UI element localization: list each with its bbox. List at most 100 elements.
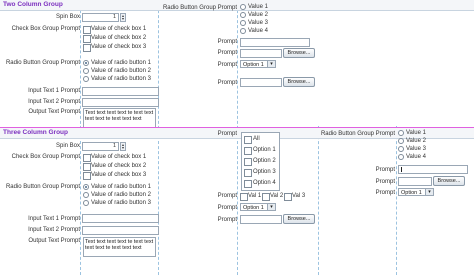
spin-box-input[interactable]: 1 <box>82 142 119 151</box>
input-text-2-field[interactable] <box>82 226 159 235</box>
listbox-check-all[interactable] <box>244 136 252 144</box>
value-radio-3[interactable] <box>240 20 246 26</box>
spin-box-label: Spin Box <box>55 14 80 20</box>
value-radio-2-label: Value 2 <box>248 12 268 18</box>
checkbox-1-label: Value of check box 1 <box>91 154 147 160</box>
radio-1-label: Value of radio button 1 <box>91 60 151 66</box>
radio-2-label: Value of radio button 2 <box>91 68 151 74</box>
inline-checkbox-3-label: Val 3 <box>292 193 306 199</box>
value-radio-3-label: Value 3 <box>248 20 268 26</box>
option-select[interactable]: Option 1 ▾ <box>398 188 434 196</box>
value-radio-3[interactable] <box>398 146 404 152</box>
browse-button[interactable]: Browse... <box>433 176 465 186</box>
listbox-check-4[interactable] <box>244 180 252 188</box>
chevron-down-icon[interactable]: ▾ <box>425 189 433 195</box>
checkbox-group-label: Check Box Group Prompt <box>11 154 80 160</box>
value-radio-4-label: Value 4 <box>406 154 426 160</box>
option-select-value: Option 1 <box>401 190 422 196</box>
radio-group-label: Radio Button Group Prompt <box>320 131 395 137</box>
output-text-area: Text text text text te text text text te… <box>83 108 156 128</box>
prompt-input[interactable] <box>240 38 310 47</box>
option-select[interactable]: Option 1 ▾ <box>240 60 276 68</box>
value-radio-3-label: Value 3 <box>406 146 426 152</box>
checkbox-2[interactable] <box>83 163 91 171</box>
spin-box-label: Spin Box <box>55 143 80 149</box>
inline-checkbox-1-label: Val 1 <box>248 193 262 199</box>
input-text-1-field[interactable] <box>82 214 159 223</box>
two-column-group-header: Two Column Group <box>0 0 474 11</box>
radio-1[interactable] <box>83 184 89 190</box>
radio-3[interactable] <box>83 76 89 82</box>
radio-2[interactable] <box>83 68 89 74</box>
radio-2[interactable] <box>83 192 89 198</box>
listbox-check-3[interactable] <box>244 169 252 177</box>
listbox-item: All <box>253 136 260 142</box>
prompt-label: Prompt <box>217 39 237 45</box>
chevron-down-icon[interactable]: ▾ <box>267 61 275 67</box>
checkbox-group-label: Check Box Group Prompt <box>11 26 80 32</box>
checkbox-3-label: Value of check box 3 <box>91 44 147 50</box>
browse-button[interactable]: Browse... <box>283 48 315 58</box>
prompt-label: Prompt <box>375 190 395 196</box>
value-radio-4-label: Value 4 <box>248 28 268 34</box>
prompt-label: Prompt <box>217 131 237 137</box>
inline-checkbox-2-label: Val 2 <box>270 193 284 199</box>
text-cursor <box>401 167 402 172</box>
radio-group-label: Radio Button Group Prompt <box>5 184 80 190</box>
file-input[interactable] <box>398 177 432 186</box>
section-title: Three Column Group <box>3 129 68 136</box>
prompt-label: Prompt <box>217 50 237 56</box>
prompt-label: Prompt <box>217 80 237 86</box>
listbox-check-1[interactable] <box>244 147 252 155</box>
chevron-down-icon[interactable]: ▾ <box>267 204 275 210</box>
option-select-value: Option 1 <box>243 62 264 68</box>
prompt-label: Prompt <box>217 62 237 68</box>
input-text-2-field[interactable] <box>82 98 159 107</box>
column-guide <box>396 126 397 275</box>
radio-group-label: Radio Button Group Prompt <box>162 5 237 11</box>
file-input[interactable] <box>240 49 282 58</box>
prompt-input[interactable] <box>398 165 468 174</box>
value-radio-1[interactable] <box>240 4 246 10</box>
value-radio-4[interactable] <box>240 28 246 34</box>
listbox-item: Option 2 <box>253 158 276 164</box>
prompt-label: Prompt <box>217 193 237 199</box>
checkbox-3[interactable] <box>83 172 91 180</box>
checkbox-1[interactable] <box>83 26 91 34</box>
spin-stepper[interactable]: ▴ ▾ <box>120 13 126 22</box>
option-select[interactable]: Option 1 ▾ <box>240 203 276 211</box>
checkbox-2[interactable] <box>83 35 91 43</box>
output-text-label: Output Text Prompt <box>28 109 80 115</box>
inline-checkbox-3[interactable] <box>284 193 292 201</box>
checkbox-1[interactable] <box>83 154 91 162</box>
input-text-1-label: Input Text 1 Prompt <box>28 216 80 222</box>
radio-3-label: Value of radio button 3 <box>91 76 151 82</box>
prompt-label: Prompt <box>375 167 395 173</box>
inline-checkbox-2[interactable] <box>262 193 270 201</box>
option-listbox[interactable]: All Option 1 Option 2 Option 3 Option 4 <box>241 132 280 191</box>
checkbox-3[interactable] <box>83 44 91 52</box>
value-radio-2-label: Value 2 <box>406 138 426 144</box>
checkbox-3-label: Value of check box 3 <box>91 172 147 178</box>
spin-box-input[interactable]: 1 <box>82 13 119 22</box>
value-radio-1[interactable] <box>398 130 404 136</box>
checkbox-2-label: Value of check box 2 <box>91 35 147 41</box>
value-radio-4[interactable] <box>398 154 404 160</box>
radio-3[interactable] <box>83 200 89 206</box>
browse-button[interactable]: Browse... <box>283 214 315 224</box>
inline-checkbox-1[interactable] <box>240 193 248 201</box>
input-text-1-field[interactable] <box>82 87 159 96</box>
file-input[interactable] <box>240 215 282 224</box>
value-radio-1-label: Value 1 <box>248 4 268 10</box>
listbox-check-2[interactable] <box>244 158 252 166</box>
file-input[interactable] <box>240 78 282 87</box>
input-text-1-label: Input Text 1 Prompt <box>28 88 80 94</box>
value-radio-2[interactable] <box>240 12 246 18</box>
browse-button[interactable]: Browse... <box>283 77 315 87</box>
radio-group-label: Radio Button Group Prompt <box>5 60 80 66</box>
value-radio-2[interactable] <box>398 138 404 144</box>
spin-stepper[interactable]: ▴ ▾ <box>120 142 126 151</box>
spin-box-value: 1 <box>112 143 116 149</box>
radio-1[interactable] <box>83 60 89 66</box>
radio-3-label: Value of radio button 3 <box>91 200 151 206</box>
